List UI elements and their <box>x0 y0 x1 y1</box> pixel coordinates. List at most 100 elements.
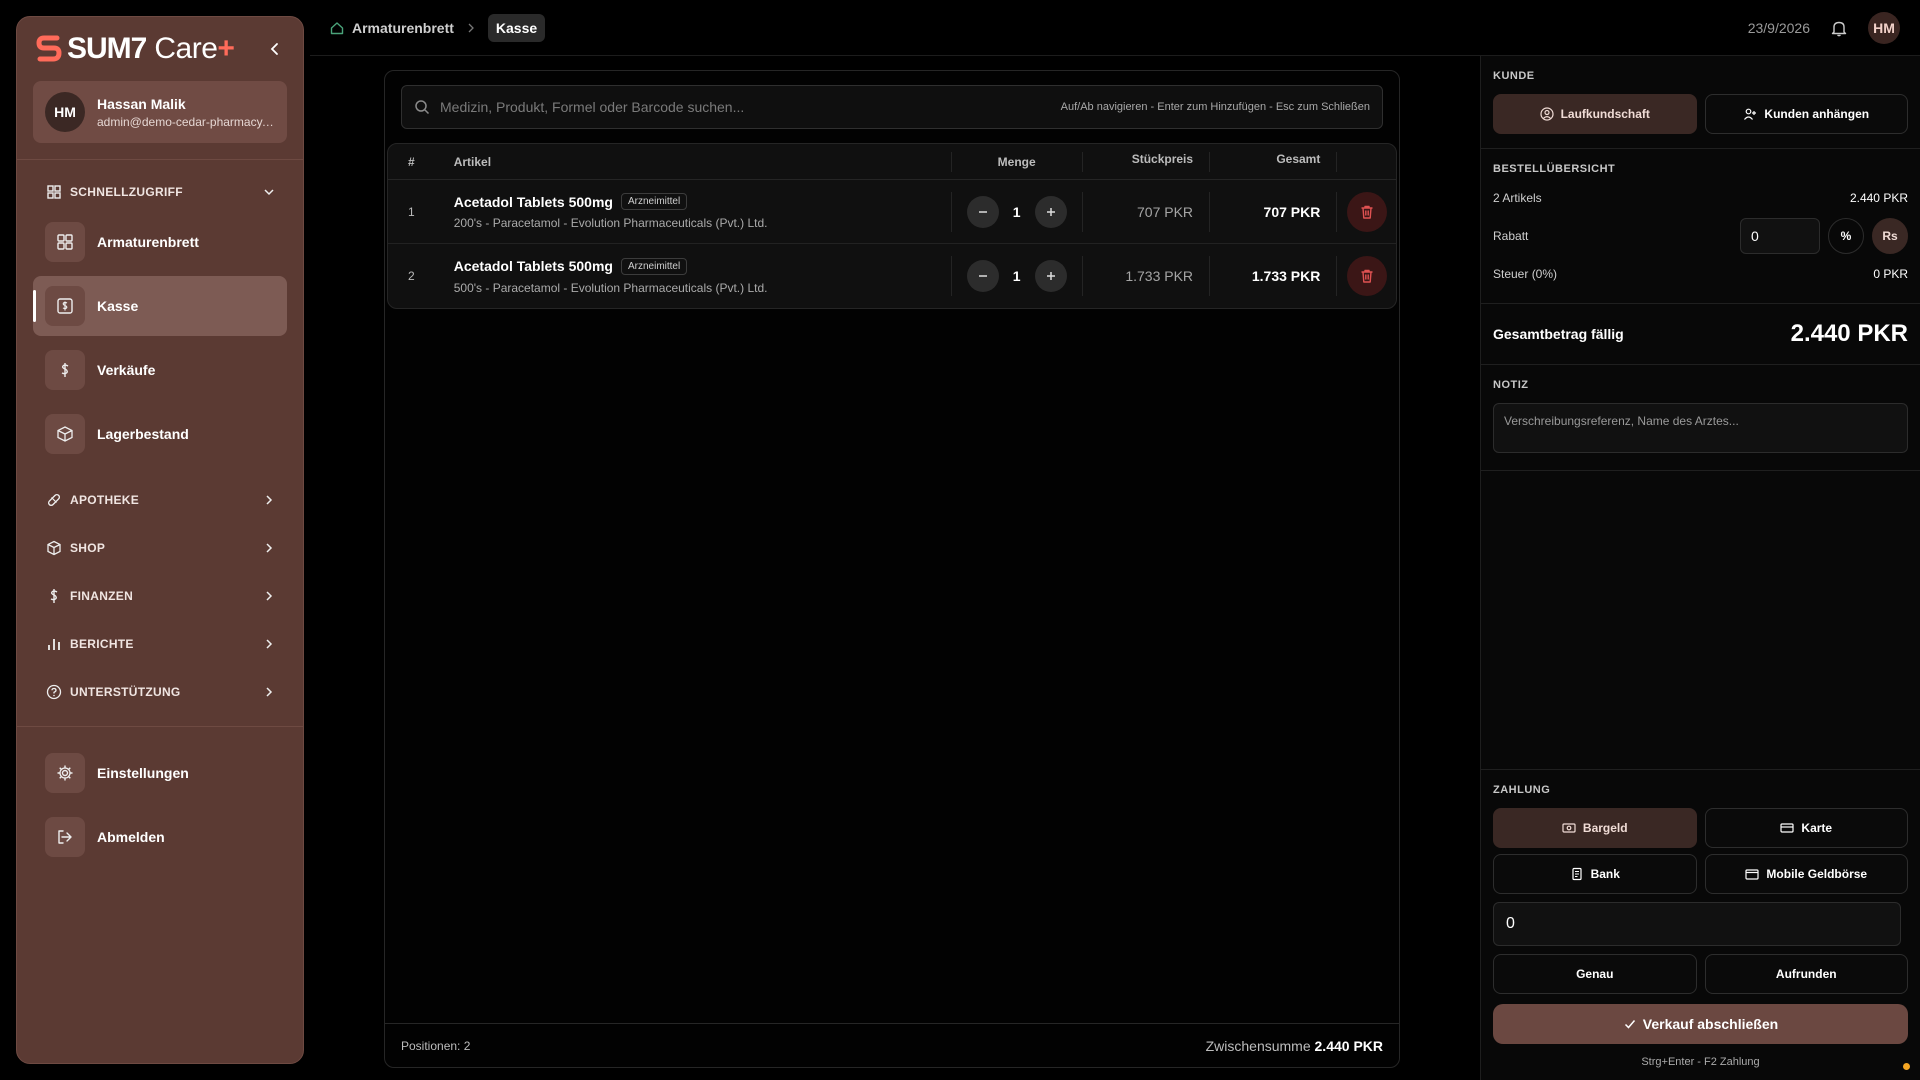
tax-value: 0 PKR <box>1873 267 1908 281</box>
user-email: admin@demo-cedar-pharmacy.... <box>97 114 275 129</box>
header-total: Gesamt <box>1209 151 1336 172</box>
pill-icon <box>47 493 61 507</box>
breadcrumb-current: Kasse <box>487 13 546 42</box>
sidebar-item-inventory[interactable]: Lagerbestand <box>33 404 287 464</box>
current-date: 23/9/2026 <box>1747 19 1810 36</box>
category-badge: Arzneimittel <box>620 193 688 210</box>
sidebar-item-dashboard[interactable]: Armaturenbrett <box>33 212 287 272</box>
logo-row: SUM7 Care + <box>17 17 303 81</box>
pay-bank-button[interactable]: Bank <box>1493 854 1697 894</box>
status-dot <box>1903 1063 1910 1070</box>
plus-icon <box>1046 207 1055 216</box>
sidebar-group-pharmacy[interactable]: APOTHEKE <box>17 476 303 524</box>
sidebar-item-settings[interactable]: Einstellungen <box>33 743 287 803</box>
brand-suffix: Care <box>154 32 218 65</box>
sidebar-item-logout[interactable]: Abmelden <box>33 807 287 867</box>
divider <box>17 159 303 160</box>
sidebar-group-label: APOTHEKE <box>70 493 140 507</box>
quick-access-label: SCHNELLZUGRIFF <box>70 185 183 199</box>
note-input[interactable] <box>1493 403 1908 453</box>
sidebar-group-finance[interactable]: FINANZEN <box>17 572 303 620</box>
increase-qty-button[interactable] <box>1034 260 1067 292</box>
sidebar-group-support[interactable]: UNTERSTÜTZUNG <box>17 668 303 716</box>
total-due: Gesamtbetrag fällig 2.440 PKR <box>1481 304 1920 365</box>
user-avatar-button[interactable]: HM <box>1868 11 1900 44</box>
payment-label: ZAHLUNG <box>1493 784 1551 796</box>
breadcrumb-home-label: Armaturenbrett <box>352 19 454 36</box>
attach-customer-button[interactable]: Kunden anhängen <box>1704 94 1908 134</box>
chevron-right-icon <box>266 543 273 553</box>
discount-percent-button[interactable]: % <box>1828 218 1864 254</box>
sidebar-item-label: Abmelden <box>97 829 165 845</box>
sidebar-item-kasse[interactable]: Kasse <box>33 276 287 336</box>
sidebar-group-label: UNTERSTÜTZUNG <box>70 685 181 699</box>
order-summary: BESTELLÜBERSICHT 2 Artikels 2.440 PKR Ra… <box>1481 149 1920 297</box>
chart-icon <box>48 639 60 650</box>
unit-price: 707 PKR <box>1081 191 1209 232</box>
chevron-down-icon <box>264 189 274 196</box>
pay-mobile-wallet-button[interactable]: Mobile Geldbörse <box>1704 854 1908 894</box>
chevron-right-icon <box>266 495 273 505</box>
payment-amount-input[interactable] <box>1493 902 1901 946</box>
line-total: 1.733 PKR <box>1209 256 1336 296</box>
notifications-button[interactable] <box>1830 19 1848 37</box>
sidebar-group-reports[interactable]: BERICHTE <box>17 620 303 668</box>
user-card[interactable]: HM Hassan Malik admin@demo-cedar-pharmac… <box>33 81 287 143</box>
summary-label: BESTELLÜBERSICHT <box>1493 163 1616 175</box>
trash-icon <box>1361 269 1373 283</box>
sidebar-group-shop[interactable]: SHOP <box>17 524 303 572</box>
trash-icon <box>1361 205 1373 219</box>
check-icon <box>1624 1020 1635 1029</box>
sidebar-item-label: Lagerbestand <box>97 426 189 442</box>
cart-footer: Positionen: 2 Zwischensumme 2.440 PKR <box>385 1023 1399 1067</box>
dollar-icon <box>50 589 58 603</box>
bank-icon <box>1571 867 1582 881</box>
logo-icon <box>36 35 62 62</box>
article-name: Acetadol Tablets 500mg <box>453 193 613 210</box>
bell-icon <box>1831 21 1847 36</box>
exact-amount-button[interactable]: Genau <box>1493 954 1697 994</box>
sidebar-item-sales[interactable]: Verkäufe <box>33 340 287 400</box>
quick-access-toggle[interactable]: SCHNELLZUGRIFF <box>17 176 303 208</box>
chevron-left-icon <box>270 43 278 55</box>
pay-card-button[interactable]: Karte <box>1704 808 1908 848</box>
remove-item-button[interactable] <box>1346 256 1387 296</box>
category-badge: Arzneimittel <box>620 257 688 275</box>
breadcrumb-separator-icon <box>466 23 476 33</box>
pay-cash-button[interactable]: Bargeld <box>1493 808 1697 848</box>
items-count: 2 Artikels <box>1493 191 1542 205</box>
chevron-right-icon <box>266 687 273 697</box>
decrease-qty-button[interactable] <box>966 260 999 292</box>
payment-section: ZAHLUNG Bargeld Karte Bank Mobile Geldbö… <box>1481 769 1920 1080</box>
sidebar-item-label: Verkäufe <box>97 362 156 378</box>
article-name: Acetadol Tablets 500mg <box>453 258 613 274</box>
items-value: 2.440 PKR <box>1849 191 1908 205</box>
subtotal-value: 2.440 PKR <box>1314 1037 1383 1054</box>
complete-sale-button[interactable]: Verkauf abschließen <box>1493 1004 1908 1044</box>
discount-rupee-button[interactable]: Rs <box>1872 218 1908 254</box>
round-up-button[interactable]: Aufrunden <box>1704 954 1908 994</box>
gear-icon <box>57 765 73 781</box>
brand-plus: + <box>217 32 235 65</box>
sidebar-item-label: Einstellungen <box>97 765 189 781</box>
decrease-qty-button[interactable] <box>966 195 999 228</box>
qty-value: 1 <box>1012 203 1021 220</box>
breadcrumb-home[interactable]: Armaturenbrett <box>330 20 454 36</box>
subtotal: Zwischensumme 2.440 PKR <box>1206 1038 1383 1054</box>
header-unit-price: Stückpreis <box>1081 151 1209 172</box>
brand-name: SUM7 <box>67 32 147 65</box>
search-input[interactable] <box>440 99 1061 115</box>
attach-label: Kunden anhängen <box>1764 107 1870 121</box>
increase-qty-button[interactable] <box>1034 195 1067 228</box>
walk-in-customer-button[interactable]: Laufkundschaft <box>1493 94 1697 134</box>
cash-label: Bargeld <box>1582 821 1628 835</box>
header-article: Artikel <box>453 154 492 169</box>
remove-item-button[interactable] <box>1346 191 1387 232</box>
positions-count: Positionen: 2 <box>401 1038 471 1053</box>
box-icon <box>57 426 73 442</box>
discount-input[interactable] <box>1740 218 1820 254</box>
total-label: Gesamtbetrag fällig <box>1493 326 1624 342</box>
collapse-sidebar-button[interactable] <box>263 37 287 61</box>
unit-price: 1.733 PKR <box>1081 256 1209 296</box>
card-label: Karte <box>1801 821 1833 835</box>
